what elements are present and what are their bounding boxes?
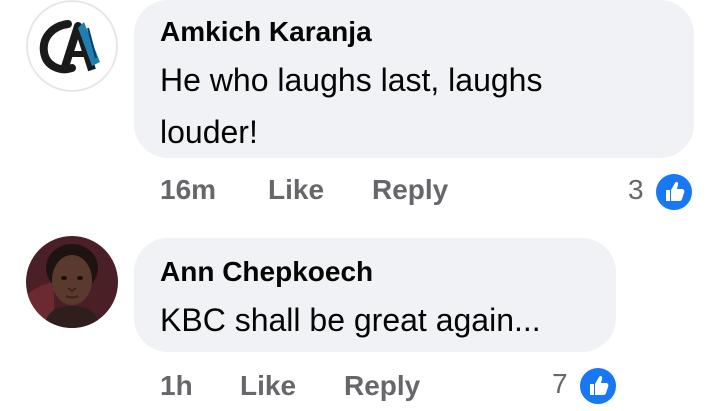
avatar[interactable] (26, 236, 118, 328)
comment-2: Ann Chepkoech KBC shall be great again..… (0, 236, 720, 406)
reply-button[interactable]: Reply (344, 370, 420, 402)
reaction-count: 7 (552, 368, 568, 399)
like-reaction-icon (654, 172, 694, 212)
thumbs-up-icon (666, 181, 685, 201)
like-button[interactable]: Like (268, 174, 324, 206)
comment-bubble: Ann Chepkoech KBC shall be great again..… (134, 238, 616, 352)
reaction-count: 3 (628, 174, 644, 205)
comment-text: KBC shall be great again... (160, 302, 541, 338)
comment-author[interactable]: Ann Chepkoech (160, 256, 373, 288)
profile-photo-avatar (26, 236, 118, 328)
comment-1: Amkich Karanja He who laughs last, laugh… (0, 0, 720, 215)
comment-bubble: Amkich Karanja He who laughs last, laugh… (134, 0, 694, 158)
comment-author[interactable]: Amkich Karanja (160, 16, 372, 48)
thumbs-up-icon (590, 375, 609, 395)
comment-timestamp[interactable]: 16m (160, 174, 216, 206)
avatar[interactable] (26, 0, 118, 92)
comment-text: He who laughs last, laughs louder! (160, 62, 543, 150)
reaction-summary[interactable]: 7 (552, 364, 622, 406)
like-reaction-icon (578, 366, 618, 406)
logo-avatar-icon (26, 0, 118, 92)
comment-actions: 16m Like Reply (0, 174, 720, 210)
reaction-summary[interactable]: 3 (628, 172, 698, 212)
like-button[interactable]: Like (240, 370, 296, 402)
comment-timestamp[interactable]: 1h (160, 370, 193, 402)
reply-button[interactable]: Reply (372, 174, 448, 206)
